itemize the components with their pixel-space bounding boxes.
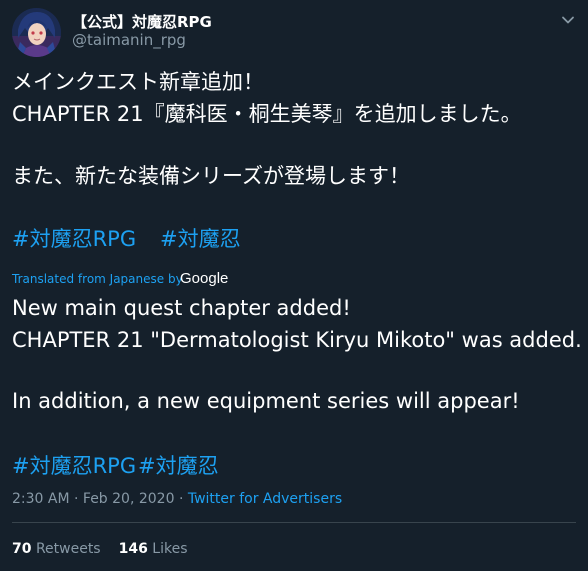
avatar[interactable] — [12, 8, 61, 57]
timestamp-date[interactable]: Feb 20, 2020 — [83, 491, 175, 507]
retweets-stat[interactable]: 70 Retweets — [12, 541, 101, 557]
translated-text-line: CHAPTER 21 "Dermatologist Kiryu Mikoto" … — [12, 328, 582, 352]
hashtag-link[interactable]: #対魔忍RPG — [12, 450, 136, 480]
avatar-image — [12, 8, 61, 57]
likes-label: Likes — [152, 541, 188, 557]
translated-from-label[interactable]: Translated from Japanese by — [12, 272, 183, 286]
hashtag-link[interactable]: #対魔忍 — [160, 223, 241, 253]
tweet-meta: 2:30 AM · Feb 20, 2020 · Twitter for Adv… — [12, 491, 342, 507]
translated-text-line: New main quest chapter added! — [12, 296, 351, 320]
translated-text-line: In addition, a new equipment series will… — [12, 389, 520, 413]
hashtag-link[interactable]: #対魔忍 — [138, 450, 219, 480]
meta-separator: · — [178, 491, 184, 507]
divider — [12, 522, 576, 523]
retweets-count: 70 — [12, 541, 32, 557]
tweet-text-line: CHAPTER 21『魔科医・桐生美琴』を追加しました。 — [12, 102, 522, 126]
likes-stat[interactable]: 146 Likes — [119, 541, 188, 557]
tweet-stats: 70 Retweets 146 Likes — [12, 541, 188, 557]
retweets-label: Retweets — [35, 541, 101, 557]
meta-separator: · — [74, 491, 79, 507]
timestamp-time[interactable]: 2:30 AM — [12, 491, 70, 507]
tweet-card: 【公式】対魔忍RPG @taimanin_rpg メインクエスト新章追加！ CH… — [0, 0, 588, 571]
tweet-text-line: メインクエスト新章追加！ — [12, 70, 264, 94]
chevron-down-icon[interactable] — [560, 12, 576, 28]
source-link[interactable]: Twitter for Advertisers — [188, 491, 342, 507]
tweet-text-line: また、新たな装備シリーズが登場します！ — [12, 164, 410, 188]
google-logo: Google — [180, 270, 229, 287]
display-name[interactable]: 【公式】対魔忍RPG — [72, 11, 212, 32]
hashtag-link[interactable]: #対魔忍RPG — [12, 223, 136, 253]
handle[interactable]: @taimanin_rpg — [72, 31, 186, 49]
likes-count: 146 — [118, 541, 148, 557]
